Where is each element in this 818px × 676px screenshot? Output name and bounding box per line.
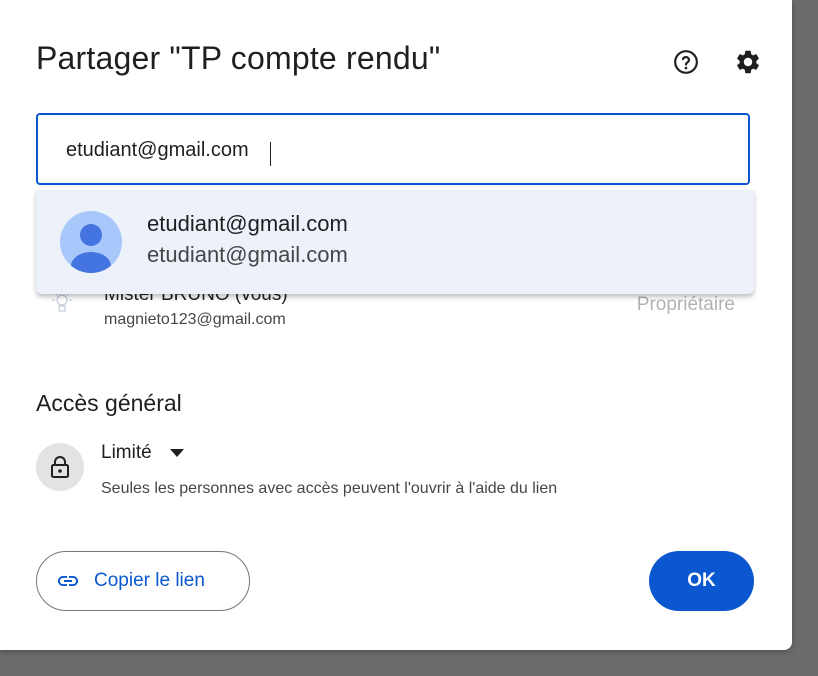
text-caret	[270, 142, 271, 166]
suggestion-email: etudiant@gmail.com	[147, 242, 348, 267]
suggestion-name: etudiant@gmail.com	[147, 211, 348, 236]
share-dialog: Partager "TP compte rendu" Mister BRUNO …	[0, 0, 792, 650]
dialog-title: Partager "TP compte rendu"	[36, 40, 441, 76]
lock-icon	[51, 456, 69, 478]
owner-role: Propriétaire	[636, 294, 735, 315]
access-icon-container	[36, 443, 84, 491]
add-people-input[interactable]	[66, 139, 726, 162]
copy-link-button[interactable]: Copier le lien	[36, 551, 250, 611]
general-access-heading: Accès général	[36, 390, 182, 416]
settings-button[interactable]	[730, 44, 766, 80]
person-avatar-icon	[60, 211, 122, 273]
help-button[interactable]	[668, 44, 704, 80]
general-access-dropdown[interactable]: Limité	[101, 442, 184, 464]
gear-icon	[737, 50, 759, 74]
link-icon	[58, 576, 78, 586]
access-description: Seules les personnes avec accès peuvent …	[101, 480, 558, 497]
caret-down-icon	[169, 449, 184, 457]
access-level-label: Limité	[101, 442, 152, 463]
contact-suggestion[interactable]: etudiant@gmail.com etudiant@gmail.com	[36, 190, 754, 294]
help-circle-icon	[674, 50, 698, 74]
owner-email: magnieto123@gmail.com	[104, 311, 286, 328]
copy-link-label: Copier le lien	[94, 570, 205, 591]
add-people-field[interactable]	[36, 113, 750, 185]
ok-button[interactable]: OK	[649, 551, 754, 611]
